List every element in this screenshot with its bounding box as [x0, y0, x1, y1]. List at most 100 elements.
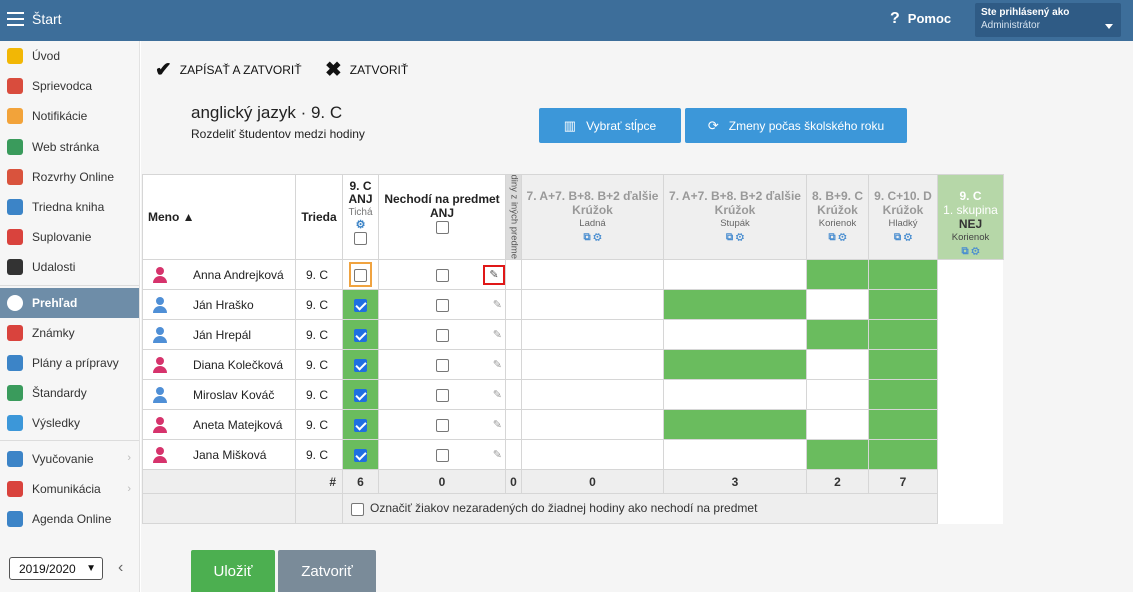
anj-cell[interactable]	[342, 349, 379, 380]
anj-checkbox[interactable]	[354, 298, 367, 312]
anj-cell[interactable]	[342, 379, 379, 410]
anj-checkbox[interactable]	[354, 448, 367, 462]
sidebar-item-0[interactable]: Úvod	[0, 41, 139, 71]
pencil-icon[interactable]: ✎	[493, 328, 502, 341]
copy-gear-icon[interactable]: ⧉ ⚙	[808, 231, 868, 245]
group-4-cell[interactable]	[806, 409, 869, 440]
pencil-icon[interactable]: ✎	[493, 298, 502, 311]
anj-cell[interactable]	[342, 319, 379, 350]
group-3-cell[interactable]	[663, 409, 807, 440]
copy-gear-icon[interactable]: ⧉ ⚙	[523, 231, 663, 245]
group-5-cell[interactable]	[868, 409, 938, 440]
hamburger-menu-icon[interactable]	[7, 12, 24, 26]
group-2-cell[interactable]	[521, 289, 664, 320]
save-button[interactable]: Uložiť	[191, 550, 275, 592]
copy-gear-icon[interactable]: ⧉ ⚙	[870, 231, 937, 245]
other-subjects-toggle[interactable]: ‹ Hodiny z iných predmetov ›	[505, 174, 522, 260]
group-5-cell[interactable]	[868, 439, 938, 470]
anj-checkbox[interactable]	[354, 268, 367, 282]
group-5-cell[interactable]	[868, 289, 938, 320]
sidebar-item-3[interactable]: Web stránka	[0, 132, 139, 162]
sidebar-item-14[interactable]: Komunikácia ›	[0, 474, 139, 504]
not-attending-select-all-checkbox[interactable]	[435, 221, 449, 235]
anj-cell[interactable]	[342, 259, 379, 290]
not-attending-checkbox[interactable]	[435, 358, 449, 372]
group-1-cell[interactable]	[505, 409, 522, 440]
group-5-cell[interactable]	[868, 319, 938, 350]
close-action[interactable]: ✖ ZATVORIŤ	[325, 57, 408, 82]
mark-unassigned-option[interactable]: Označiť žiakov nezaradených do žiadnej h…	[342, 493, 938, 524]
not-attending-checkbox[interactable]	[435, 388, 449, 402]
sidebar-item-2[interactable]: Notifikácie	[0, 101, 139, 131]
sidebar-item-15[interactable]: Agenda Online	[0, 504, 139, 534]
sidebar-item-4[interactable]: Rozvrhy Online	[0, 162, 139, 192]
not-attending-checkbox[interactable]	[435, 268, 449, 282]
not-attending-checkbox[interactable]	[435, 298, 449, 312]
sidebar-item-9[interactable]: Známky	[0, 318, 139, 348]
group-1-cell[interactable]	[505, 349, 522, 380]
group-1-cell[interactable]	[505, 289, 522, 320]
group-4-cell[interactable]	[806, 319, 869, 350]
sidebar-item-6[interactable]: Suplovanie	[0, 222, 139, 252]
group-4-cell[interactable]	[806, 259, 869, 290]
collapse-sidebar-icon[interactable]: ‹	[118, 559, 123, 577]
group-4-cell[interactable]	[806, 379, 869, 410]
not-attending-cell[interactable]: ✎	[378, 289, 506, 320]
anj-cell[interactable]	[342, 439, 379, 470]
group-2-cell[interactable]	[521, 379, 664, 410]
group-4-cell[interactable]	[806, 439, 869, 470]
pencil-icon[interactable]: ✎	[493, 418, 502, 431]
group-2-cell[interactable]	[521, 349, 664, 380]
sidebar-item-12[interactable]: Výsledky	[0, 408, 139, 438]
select-columns-button[interactable]: ▥ Vybrať stĺpce	[539, 108, 681, 143]
group-2-cell[interactable]	[521, 319, 664, 350]
not-attending-cell[interactable]: ✎	[378, 409, 506, 440]
not-attending-checkbox[interactable]	[435, 328, 449, 342]
year-changes-button[interactable]: ⟳ Zmeny počas školského roku	[685, 108, 907, 143]
group-4-cell[interactable]	[806, 349, 869, 380]
anj-cell[interactable]	[342, 289, 379, 320]
anj-checkbox[interactable]	[354, 358, 367, 372]
app-title[interactable]: Štart	[32, 11, 62, 27]
copy-gear-icon[interactable]: ⧉ ⚙	[939, 245, 1003, 259]
group-3-cell[interactable]	[663, 349, 807, 380]
group-4-cell[interactable]	[806, 289, 869, 320]
sidebar-item-8[interactable]: Prehľad	[0, 287, 139, 318]
user-menu[interactable]: Ste prihlásený ako Administrátor	[975, 3, 1121, 37]
copy-gear-icon[interactable]: ⧉ ⚙	[665, 231, 806, 245]
group-1-cell[interactable]	[505, 379, 522, 410]
header-name[interactable]: Meno ▲	[142, 174, 296, 260]
group-1-cell[interactable]	[505, 319, 522, 350]
help-link[interactable]: ? Pomoc	[890, 10, 951, 28]
school-year-select[interactable]: 2019/2020 ▼	[9, 557, 103, 580]
group-3-cell[interactable]	[663, 319, 807, 350]
not-attending-cell[interactable]: ✎	[378, 349, 506, 380]
sidebar-item-10[interactable]: Plány a prípravy	[0, 348, 139, 378]
pencil-icon[interactable]: ✎	[493, 448, 502, 461]
not-attending-cell[interactable]: ✎	[378, 259, 506, 290]
group-5-cell[interactable]	[868, 259, 938, 290]
anj-checkbox[interactable]	[354, 328, 367, 342]
pencil-icon[interactable]: ✎	[483, 265, 505, 285]
close-button[interactable]: Zatvoriť	[278, 550, 376, 592]
group-5-cell[interactable]	[868, 349, 938, 380]
not-attending-cell[interactable]: ✎	[378, 379, 506, 410]
sidebar-item-5[interactable]: Triedna kniha	[0, 192, 139, 222]
group-2-cell[interactable]	[521, 409, 664, 440]
sidebar-item-13[interactable]: Vyučovanie ›	[0, 443, 139, 473]
not-attending-checkbox[interactable]	[435, 448, 449, 462]
group-3-cell[interactable]	[663, 259, 807, 290]
pencil-icon[interactable]: ✎	[493, 358, 502, 371]
anj-checkbox[interactable]	[354, 418, 367, 432]
sidebar-item-11[interactable]: Štandardy	[0, 378, 139, 408]
gear-icon[interactable]: ⚙	[344, 219, 378, 232]
group-2-cell[interactable]	[521, 259, 664, 290]
sidebar-item-7[interactable]: Udalosti	[0, 252, 139, 282]
group-2-cell[interactable]	[521, 439, 664, 470]
group-1-cell[interactable]	[505, 439, 522, 470]
save-and-close-action[interactable]: ✔ ZAPÍSAŤ A ZATVORIŤ	[155, 57, 302, 82]
anj-cell[interactable]	[342, 409, 379, 440]
group-5-cell[interactable]	[868, 379, 938, 410]
group-3-cell[interactable]	[663, 439, 807, 470]
anj-select-all-checkbox[interactable]	[354, 232, 367, 246]
